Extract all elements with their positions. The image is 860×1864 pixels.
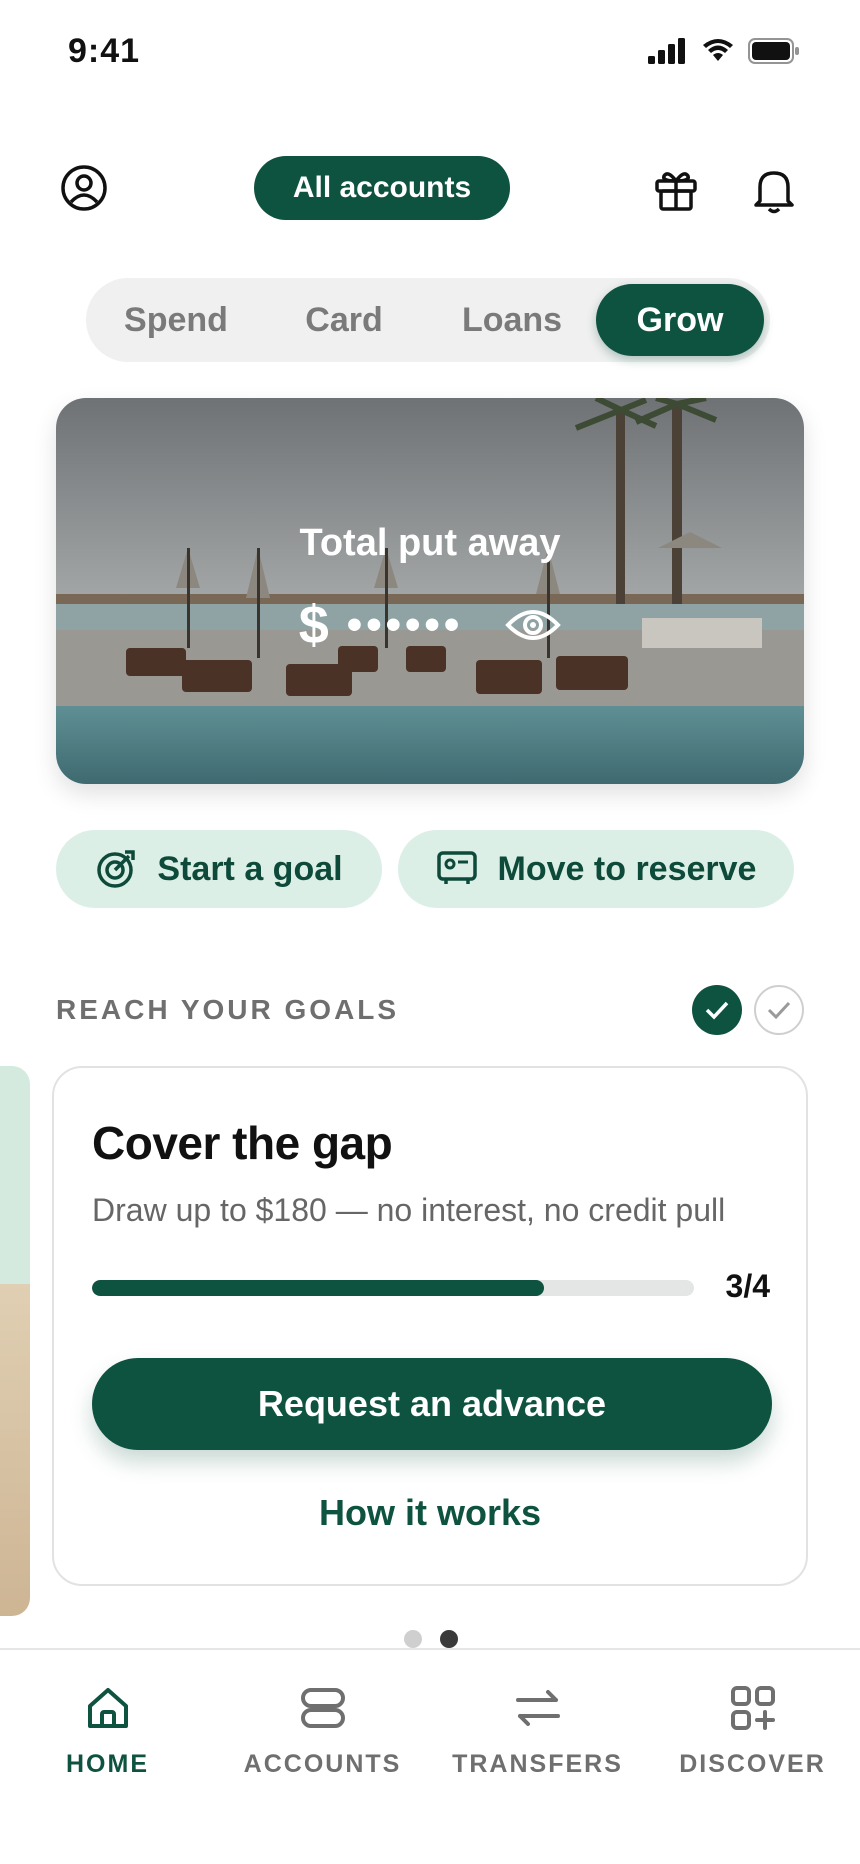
bell-icon — [754, 171, 794, 214]
goal-card: Cover the gap Draw up to $180 — no inter… — [52, 1066, 808, 1586]
target-icon — [97, 850, 136, 888]
rewards-button[interactable] — [646, 160, 706, 220]
tab-grow[interactable]: Grow — [596, 284, 764, 356]
goal-step-complete[interactable] — [692, 985, 742, 1035]
eye-icon — [505, 610, 562, 640]
currency-symbol: $ — [298, 595, 329, 655]
check-icon — [705, 1001, 729, 1020]
discover-icon — [730, 1686, 775, 1730]
accounts-icon — [300, 1688, 345, 1728]
all-accounts-button[interactable]: All accounts — [254, 156, 510, 220]
pager-dot-active[interactable] — [440, 1630, 458, 1648]
toggle-balance-button[interactable] — [505, 605, 562, 645]
start-goal-label: Start a goal — [157, 849, 343, 888]
pager-dot[interactable] — [404, 1630, 422, 1648]
nav-discover-label: DISCOVER — [679, 1750, 826, 1778]
profile-button[interactable] — [54, 158, 114, 218]
hero-amount: $ •••••• — [56, 594, 804, 656]
reserve-icon — [436, 851, 477, 884]
tab-card[interactable]: Card — [260, 284, 428, 356]
goal-progress-label: 3/4 — [725, 1268, 770, 1304]
nav-discover[interactable]: DISCOVER — [645, 1650, 860, 1864]
nav-transfers[interactable]: TRANSFERS — [430, 1650, 645, 1864]
goal-progress-bar — [92, 1280, 694, 1296]
status-icons — [648, 38, 800, 64]
how-it-works-link[interactable]: How it works — [54, 1492, 806, 1534]
notifications-button[interactable] — [744, 160, 804, 220]
bottom-nav: HOME ACCOUNTS TRANSFERS DISCOVER — [0, 1648, 860, 1864]
savings-hero-card: Total put away $ •••••• — [56, 398, 804, 784]
nav-home-label: HOME — [66, 1750, 149, 1778]
tab-spend[interactable]: Spend — [92, 284, 260, 356]
gift-icon — [655, 172, 697, 211]
goal-subtitle: Draw up to $180 — no interest, no credit… — [92, 1192, 726, 1228]
transfer-icon — [515, 1690, 560, 1726]
wifi-icon — [703, 39, 733, 61]
request-advance-button[interactable]: Request an advance — [92, 1358, 772, 1450]
move-to-reserve-label: Move to reserve — [497, 849, 757, 888]
tab-loans[interactable]: Loans — [428, 284, 596, 356]
goal-step-pending[interactable] — [754, 985, 804, 1035]
user-circle-icon — [61, 165, 107, 211]
goal-title: Cover the gap — [92, 1117, 393, 1169]
nav-accounts-label: ACCOUNTS — [243, 1750, 402, 1778]
check-icon — [767, 1001, 791, 1020]
nav-accounts[interactable]: ACCOUNTS — [215, 1650, 430, 1864]
battery-icon — [748, 38, 799, 64]
hero-title: Total put away — [299, 522, 561, 564]
masked-balance: •••••• — [346, 600, 464, 649]
goal-progress-fill — [92, 1280, 544, 1296]
signal-icon — [648, 38, 685, 64]
section-tabs: Spend Card Loans Grow — [86, 278, 770, 362]
home-icon — [87, 1688, 128, 1728]
status-time: 9:41 — [68, 32, 141, 70]
nav-transfers-label: TRANSFERS — [452, 1750, 623, 1778]
goals-section-title: REACH YOUR GOALS — [56, 994, 400, 1025]
nav-home[interactable]: HOME — [0, 1650, 215, 1864]
previous-goal-card-peek[interactable] — [0, 1066, 30, 1616]
pool-scene-image — [56, 398, 804, 784]
start-goal-button[interactable]: Start a goal — [56, 830, 382, 908]
move-to-reserve-button[interactable]: Move to reserve — [398, 830, 794, 908]
